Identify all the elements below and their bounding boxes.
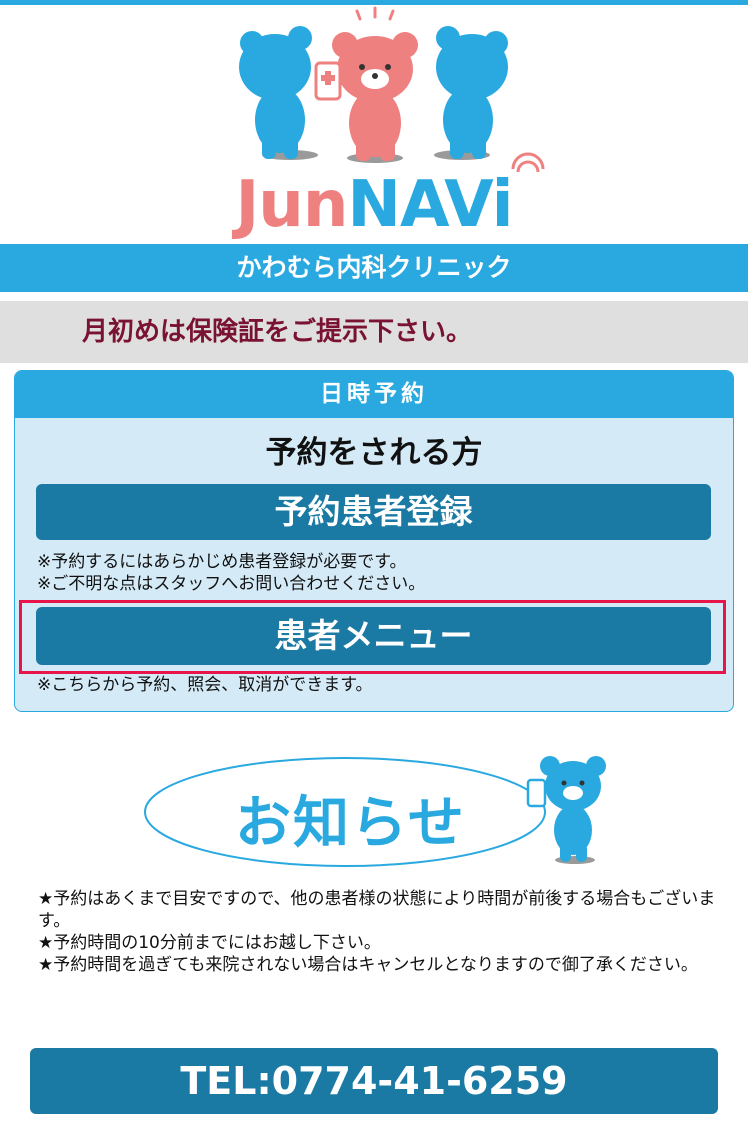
junnavi-logo: JunNAVi xyxy=(0,5,748,241)
blue-bear-right-icon xyxy=(434,26,508,160)
news-heading-graphic: お知らせ xyxy=(140,748,610,878)
register-note-2: ※ご不明な点はスタッフへお問い合わせください。 xyxy=(37,574,426,594)
clinic-name-bar: かわむら内科クリニック xyxy=(0,244,748,292)
blue-bear-phone-icon xyxy=(526,756,606,864)
bear-mascots-illustration xyxy=(239,6,545,173)
logo-wordmark: JunNAVi xyxy=(235,168,513,242)
phone-call-button[interactable]: TEL:0774-41-6259 xyxy=(30,1048,718,1114)
news-list: ★予約はあくまで目安ですので、他の患者様の状態により時間が前後する場合もございま… xyxy=(38,888,718,976)
reservation-panel: 日時予約 予約をされる方 予約患者登録 ※予約するにはあらかじめ患者登録が必要で… xyxy=(14,370,734,712)
news-title: お知らせ xyxy=(235,791,466,856)
clinic-name: かわむら内科クリニック xyxy=(236,253,512,282)
insurance-notice: 月初めは保険証をご提示下さい。 xyxy=(0,301,748,363)
news-item: ★予約はあくまで目安ですので、他の患者様の状態により時間が前後する場合もございま… xyxy=(38,889,716,931)
register-patient-button[interactable]: 予約患者登録 xyxy=(36,484,711,540)
menu-note: ※こちらから予約、照会、取消ができます。 xyxy=(37,675,373,695)
news-item: ★予約時間を過ぎても来院されない場合はキャンセルとなりますので御了承ください。 xyxy=(38,955,698,975)
reservation-header: 日時予約 xyxy=(15,371,733,418)
pink-bear-center-icon xyxy=(314,6,418,163)
register-note-1: ※予約するにはあらかじめ患者登録が必要です。 xyxy=(37,552,407,572)
notice-text: 月初めは保険証をご提示下さい。 xyxy=(82,317,473,347)
news-item: ★予約時間の10分前までにはお越し下さい。 xyxy=(38,933,381,953)
blue-bear-left-icon xyxy=(239,26,318,160)
patient-menu-button[interactable]: 患者メニュー xyxy=(36,607,711,665)
reservation-subtitle: 予約をされる方 xyxy=(265,435,483,471)
